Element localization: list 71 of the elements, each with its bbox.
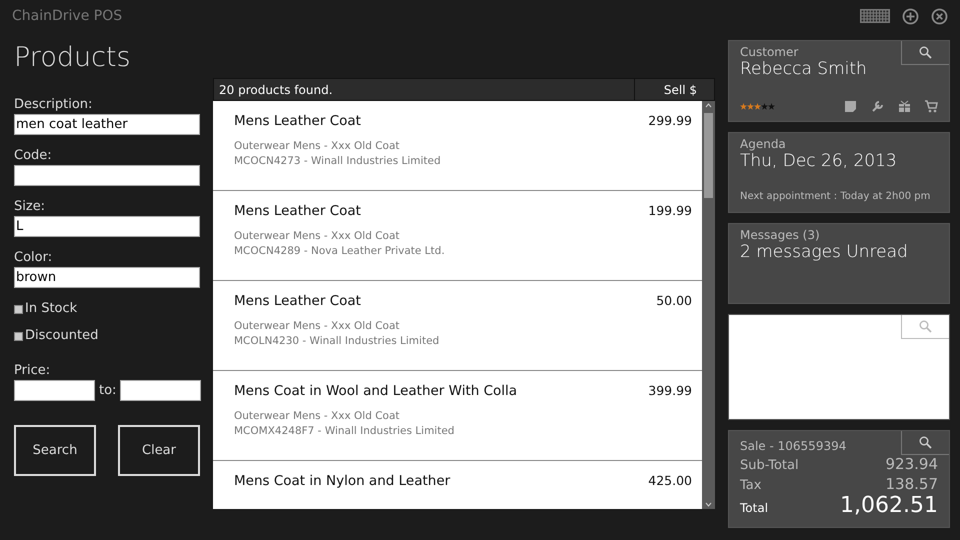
input-field[interactable]: men coat leather [14, 114, 200, 135]
agenda-card[interactable]: Agenda Thu, Dec 26, 2013 Next appointment : Today at 2h00 pm [728, 132, 950, 213]
checkbox[interactable] [14, 332, 23, 341]
scroll-thumb[interactable] [704, 113, 713, 198]
product-price: 399.99 [648, 383, 692, 400]
product-category: Outerwear Mens - Xxx Old Coat [234, 139, 401, 154]
product-name: Mens Coat in Nylon and Leather [234, 473, 452, 489]
field-label: Price: [14, 363, 52, 378]
input-field[interactable]: brown [14, 267, 200, 288]
product-code-vendor: MCOMX4248F7 - Winall Industries Limited [234, 424, 456, 439]
product-name: Mens Coat in Wool and Leather With Colla [234, 383, 518, 399]
checkbox[interactable] [14, 305, 23, 314]
customer-card[interactable]: Customer Rebecca Smith [728, 40, 950, 122]
messages-summary: 2 messages Unread [740, 242, 909, 262]
search-button[interactable] [901, 41, 949, 65]
card-label: Sale - 106559394 [740, 439, 846, 453]
search-icon [919, 436, 932, 449]
field-label: to: [99, 383, 116, 398]
product-code-vendor: MCOCN4273 - Winall Industries Limited [234, 154, 442, 169]
product-category: Outerwear Mens - Xxx Old Coat [234, 319, 401, 334]
product-name: Mens Leather Coat [234, 113, 362, 129]
field-label: Color: [14, 250, 54, 265]
add-icon[interactable] [902, 8, 919, 24]
checkbox-label: Discounted [25, 328, 98, 343]
input-field[interactable] [120, 380, 202, 401]
search-icon [919, 46, 932, 59]
input-field[interactable]: L [14, 216, 200, 237]
product-price: 299.99 [648, 113, 692, 130]
checkbox-label: In Stock [25, 301, 78, 316]
product-code-vendor: MCOCN4289 - Nova Leather Private Ltd. [234, 244, 446, 259]
product-category: Outerwear Mens - Xxx Old Coat [234, 409, 401, 424]
product-code-vendor: MCOLN4230 - Winall Industries Limited [234, 334, 440, 349]
input-field[interactable] [14, 165, 200, 186]
customer-name: Rebecca Smith [740, 59, 868, 79]
sale-line-value: 923.94 [886, 455, 938, 473]
product-name: Mens Leather Coat [234, 203, 362, 219]
results-count: 20 products found. [218, 82, 334, 99]
gift-icon[interactable] [898, 100, 911, 113]
sale-line-value: 138.57 [886, 475, 938, 493]
search-button[interactable]: Search [14, 425, 96, 476]
clear-button[interactable]: Clear [118, 425, 200, 476]
column-header[interactable]: Sell $ [634, 79, 702, 100]
product-price: 425.00 [648, 473, 692, 490]
product-category: Outerwear Mens - Xxx Old Coat [234, 229, 401, 244]
sale-line-label: Total [740, 501, 768, 515]
cart-icon[interactable] [925, 100, 938, 113]
search-button[interactable] [901, 431, 949, 455]
product-price: 50.00 [656, 293, 692, 310]
note-icon[interactable] [844, 100, 857, 113]
card-label: Messages (3) [740, 228, 820, 242]
keyboard-icon[interactable] [860, 9, 890, 23]
close-icon[interactable] [931, 8, 948, 24]
page-title: Products [14, 42, 132, 73]
messages-card[interactable]: Messages (3) 2 messages Unread [728, 223, 950, 304]
product-name: Mens Leather Coat [234, 293, 362, 309]
field-label: Code: [14, 148, 53, 163]
sale-line-label: Sub-Total [740, 458, 799, 473]
search-icon [919, 320, 932, 333]
wrench-icon[interactable] [871, 100, 884, 113]
card-label: Agenda [740, 137, 786, 151]
card-label: Customer [740, 45, 798, 59]
input-field[interactable] [14, 380, 95, 401]
sale-line-value: 1,062.51 [840, 493, 938, 518]
field-label: Description: [14, 97, 94, 112]
app-title: ChainDrive POS [12, 8, 124, 24]
scrollbar[interactable] [702, 101, 715, 509]
field-label: Size: [14, 199, 46, 214]
next-appointment: Next appointment : Today at 2h00 pm [740, 191, 932, 202]
product-price: 199.99 [648, 203, 692, 220]
agenda-date: Thu, Dec 26, 2013 [740, 151, 898, 171]
sale-line-label: Tax [740, 478, 762, 493]
